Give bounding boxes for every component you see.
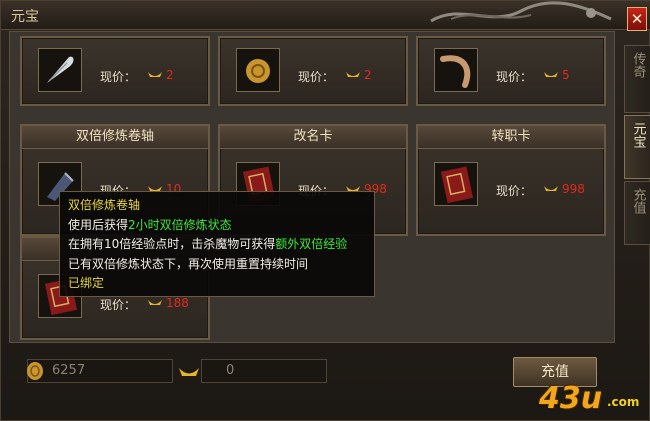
item-slot[interactable] <box>38 48 82 92</box>
price-label: 现价： <box>298 70 335 84</box>
price-label: 现价： <box>100 70 137 84</box>
yuanbao-icon <box>148 300 162 305</box>
tooltip-line: 已有双倍修炼状态下，再次使用重置持续时间 <box>68 256 309 271</box>
tooltip-bound-status: 已绑定 <box>68 276 105 290</box>
tab-chuanqi[interactable]: 传奇 <box>624 45 650 113</box>
yuanbao-icon <box>179 368 199 376</box>
yuanbao-balance-field: 0 <box>201 359 327 383</box>
shop-item-card[interactable]: 转职卡 现价： 998 <box>416 124 606 236</box>
price-label: 现价： <box>496 184 533 198</box>
close-button[interactable]: ✕ <box>627 7 647 31</box>
horn-icon <box>440 55 471 88</box>
tab-yuanbao[interactable]: 元宝 <box>624 115 650 179</box>
gold-balance: 6257 <box>52 363 86 378</box>
item-slot[interactable] <box>236 48 280 92</box>
yuanbao-shop-window: 元宝 ✕ 现价： 2 现价： 2 现价： 5 双倍修炼卷轴 10 改名卡 998… <box>0 0 650 421</box>
window-title: 元宝 <box>11 9 39 25</box>
gold-coin-icon <box>27 362 43 380</box>
title-bar[interactable]: 元宝 <box>1 1 650 30</box>
item-tooltip: 双倍修炼卷轴 使用后获得2小时双倍修炼状态 在拥有10倍经验点时，击杀魔物可获得… <box>59 191 375 297</box>
item-title: 转职卡 <box>418 126 604 149</box>
yuanbao-icon <box>544 186 558 191</box>
tab-label: 元宝 <box>630 122 646 148</box>
item-slot[interactable] <box>434 48 478 92</box>
item-title: 改名卡 <box>220 126 406 149</box>
yuanbao-icon <box>544 72 558 77</box>
watermark-logo: 43u .com <box>537 379 645 417</box>
item-title: 双倍修炼卷轴 <box>22 126 208 149</box>
item-price: 2 <box>364 68 372 82</box>
bead-icon <box>246 59 270 83</box>
item-price: 188 <box>166 296 189 310</box>
tab-label: 传奇 <box>630 52 646 78</box>
yuanbao-icon <box>346 72 360 77</box>
item-price: 5 <box>562 68 570 82</box>
yuanbao-icon <box>148 72 162 77</box>
tooltip-line: 使用后获得2小时双倍修炼状态 <box>68 217 232 232</box>
price-label: 现价： <box>100 298 137 312</box>
price-label: 现价： <box>496 70 533 84</box>
feather-icon <box>47 56 74 83</box>
watermark-text: 43u <box>539 381 603 416</box>
shop-item-card[interactable]: 现价： 2 <box>218 36 408 106</box>
item-price: 2 <box>166 68 174 82</box>
gold-balance-field: 6257 <box>27 359 173 383</box>
item-price: 998 <box>562 182 585 196</box>
shop-item-card[interactable]: 现价： 5 <box>416 36 606 106</box>
watermark-domain: .com <box>607 395 640 409</box>
book-icon <box>440 166 474 204</box>
tab-label: 充值 <box>630 188 646 214</box>
tab-recharge[interactable]: 充值 <box>624 181 650 245</box>
dragon-ornament-icon <box>430 1 612 23</box>
tooltip-title: 双倍修炼卷轴 <box>68 198 141 212</box>
item-slot[interactable] <box>434 162 478 206</box>
shop-item-card[interactable]: 现价： 2 <box>20 36 210 106</box>
close-icon: ✕ <box>630 10 644 28</box>
tooltip-line: 在拥有10倍经验点时，击杀魔物可获得额外双倍经验 <box>68 237 348 251</box>
yuanbao-balance: 0 <box>226 363 235 378</box>
